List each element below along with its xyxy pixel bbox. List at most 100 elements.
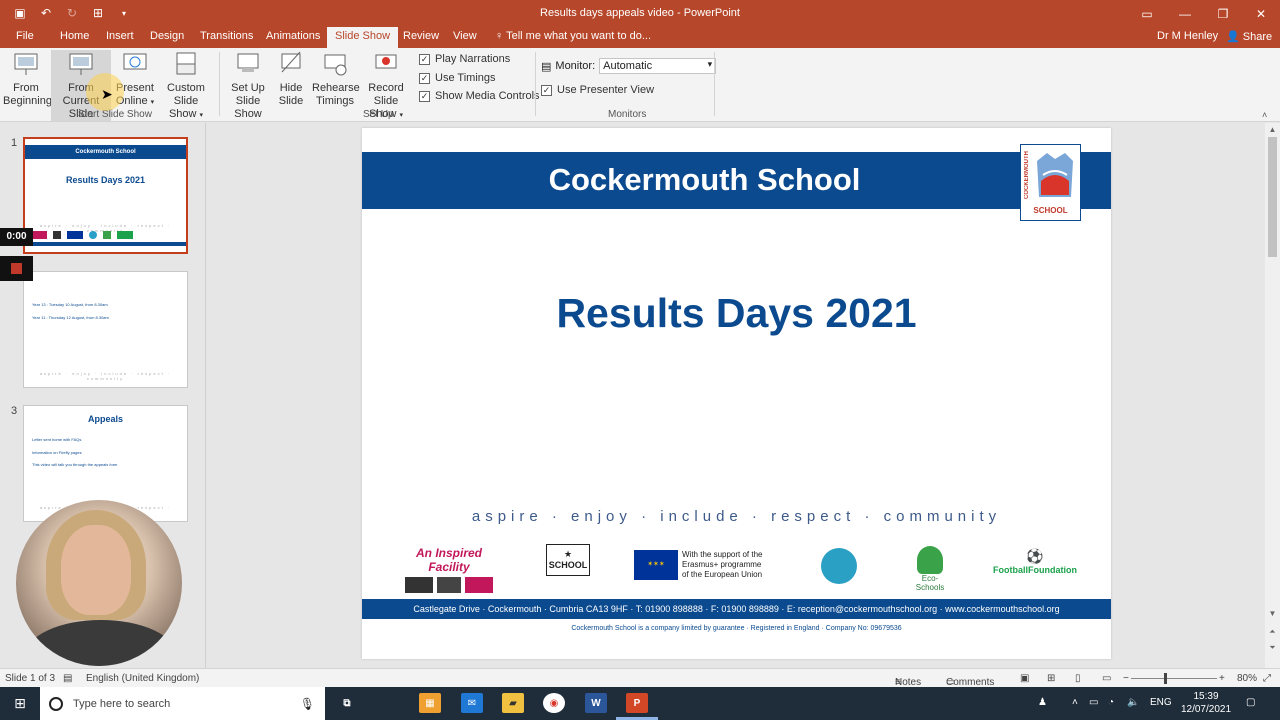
user-name[interactable]: Dr M Henley [1157,30,1218,42]
system-clock[interactable]: 15:39 12/07/2021 [1178,690,1234,716]
group-label-start-slide-show: Start Slide Show [78,109,152,120]
group-separator [535,52,536,116]
fit-slide-icon[interactable]: ⤢ [1263,673,1271,684]
custom-slide-show-button[interactable]: Custom Slide Show ▾ [155,50,217,122]
school-motto: aspire · enjoy · include · respect · com… [471,508,1002,525]
store-app-icon[interactable]: ▦ [419,693,441,713]
football-icon: ⚽ [1026,548,1044,564]
show-media-controls-label: Show Media Controls [435,90,540,102]
webcam-body [26,620,176,666]
tell-me-search[interactable]: ♀ Tell me what you want to do... [495,30,651,42]
zoom-out-icon[interactable]: − [1123,673,1129,684]
group-label-monitors: Monitors [608,109,647,120]
people-icon[interactable]: ♟ [1038,697,1047,708]
rehearse-label-2: Timings [315,95,355,107]
slide-thumbnail-pane: 1 Cockermouth School Results Days 2021 a… [0,123,206,668]
tab-transitions[interactable]: Transitions [200,30,253,42]
windows-start-icon[interactable]: ⊞ [0,687,40,720]
zoom-level[interactable]: 80% [1237,673,1257,684]
battery-icon[interactable]: ▭ [1089,697,1098,708]
slideshow-view-icon[interactable]: ▭ [1102,673,1111,684]
next-slide-icon[interactable]: ⏷ [1265,643,1280,653]
close-icon[interactable]: ✕ [1242,0,1280,27]
tab-home[interactable]: Home [60,30,89,42]
volume-icon[interactable]: 🔈 [1127,697,1139,708]
task-view-icon[interactable]: ⧉ [336,693,358,713]
tab-view[interactable]: View [453,30,477,42]
network-icon[interactable]: ◔ [1108,697,1114,708]
logo-school-text: SCHOOL [1033,206,1068,215]
play-narrations-checkbox[interactable]: ✓ Play Narrations [419,53,510,65]
address-bar: Castlegate Drive · Cockermouth · Cumbria… [362,599,1111,619]
scroll-up-icon[interactable]: ▲ [1265,125,1280,134]
share-button[interactable]: 👤 Share [1226,30,1272,43]
slide-thumbnail-2[interactable]: Year 13 : Tuesday 10 August, from 8.30am… [23,271,188,388]
checkmark-icon: ✓ [419,72,430,84]
collapse-ribbon-icon[interactable]: ˄ [1262,110,1267,120]
eu-text-line: With the support of the [682,550,763,559]
fairtrade-icon [821,548,857,584]
thumb-line: Information on Firefly pages [32,450,82,455]
custom-show-text: Show [168,108,197,120]
share-label: Share [1242,31,1273,43]
scrollbar-thumb[interactable] [1268,137,1277,257]
from-beginning-label-2: Beginning [3,95,52,107]
input-language[interactable]: ENG [1150,697,1172,708]
hide-slide-button[interactable]: Hide Slide [276,50,306,108]
vertical-scrollbar[interactable]: ▲ ▼ ⏶ ⏷ [1265,123,1280,668]
previous-slide-icon[interactable]: ⏶ [1265,627,1280,637]
normal-view-icon[interactable]: ▣ [1020,673,1029,684]
word-app-icon[interactable]: W [585,693,607,713]
tab-design[interactable]: Design [150,30,184,42]
zoom-slider[interactable] [1131,678,1217,679]
microphone-icon[interactable]: 🎙 [300,697,315,711]
scroll-down-icon[interactable]: ▼ [1265,609,1280,618]
from-beginning-button[interactable]: From Beginning [3,50,52,108]
mail-app-icon[interactable]: ✉ [461,693,483,713]
language-indicator[interactable]: English (United Kingdom) [86,673,199,684]
maximize-icon[interactable]: ❐ [1204,0,1242,27]
reading-view-icon[interactable]: ▯ [1075,673,1081,684]
ribbon-display-options-icon[interactable]: ▭ [1128,0,1166,27]
file-explorer-icon[interactable]: ▰ [502,693,524,713]
minimize-icon[interactable]: — [1166,0,1204,27]
tray-chevron-icon[interactable]: ˄ [1072,697,1078,708]
tab-insert[interactable]: Insert [106,30,134,42]
monitor-select-group: ▤ Monitor: Automatic [541,58,717,74]
rehearse-timings-button[interactable]: Rehearse Timings [312,50,360,108]
powerpoint-app-icon[interactable]: P [626,693,648,713]
slide-heading[interactable]: Results Days 2021 [362,290,1111,337]
tab-animations[interactable]: Animations [266,30,320,42]
eu-erasmus-logo: ✶✶✶ With the support of the Erasmus+ pro… [634,550,774,580]
taskbar-search-box[interactable]: Type here to search 🎙 [40,687,325,720]
chrome-app-icon[interactable]: ◉ [543,693,565,713]
slideshow-beginning-icon [14,53,38,75]
slide-sorter-icon[interactable]: ⊞ [1047,673,1055,684]
show-media-controls-checkbox[interactable]: ✓ Show Media Controls [419,90,540,102]
custom-show-icon [176,52,196,75]
logo-vertical-text: COCKERMOUTH [1024,151,1030,199]
monitor-label: Monitor: [555,60,596,72]
dropdown-arrow-icon: ▾ [150,99,155,106]
tab-review[interactable]: Review [403,30,439,42]
thumb-motto: aspire · enjoy · include · respect · com… [39,371,172,381]
tab-file[interactable]: File [16,30,34,42]
use-presenter-view-checkbox[interactable]: ✓ Use Presenter View [541,84,654,96]
monitor-dropdown[interactable]: Automatic [599,58,717,74]
slide-canvas[interactable]: Cockermouth School COCKERMOUTH SCHOOL Re… [362,128,1111,659]
slide-thumbnail-1[interactable]: Cockermouth School Results Days 2021 asp… [23,137,188,254]
zoom-in-icon[interactable]: + [1219,673,1225,684]
group-separator [219,52,220,116]
tab-slide-show[interactable]: Slide Show [327,27,399,48]
spelling-icon[interactable]: ▤ [63,673,72,684]
search-placeholder: Type here to search [73,697,171,710]
fairtrade-school-logo [820,548,858,584]
set-up-slide-show-button[interactable]: Set Up Slide Show [222,50,274,121]
use-timings-checkbox[interactable]: ✓ Use Timings [419,72,496,84]
zoom-slider-thumb[interactable] [1164,673,1167,684]
record-stop-button[interactable] [0,256,33,281]
recording-timer: 0:00 [0,228,33,246]
group-separator [714,52,715,116]
notifications-icon[interactable]: ▢ [1246,697,1255,708]
thumb-line: Letter sent home with FAQs [32,437,82,442]
